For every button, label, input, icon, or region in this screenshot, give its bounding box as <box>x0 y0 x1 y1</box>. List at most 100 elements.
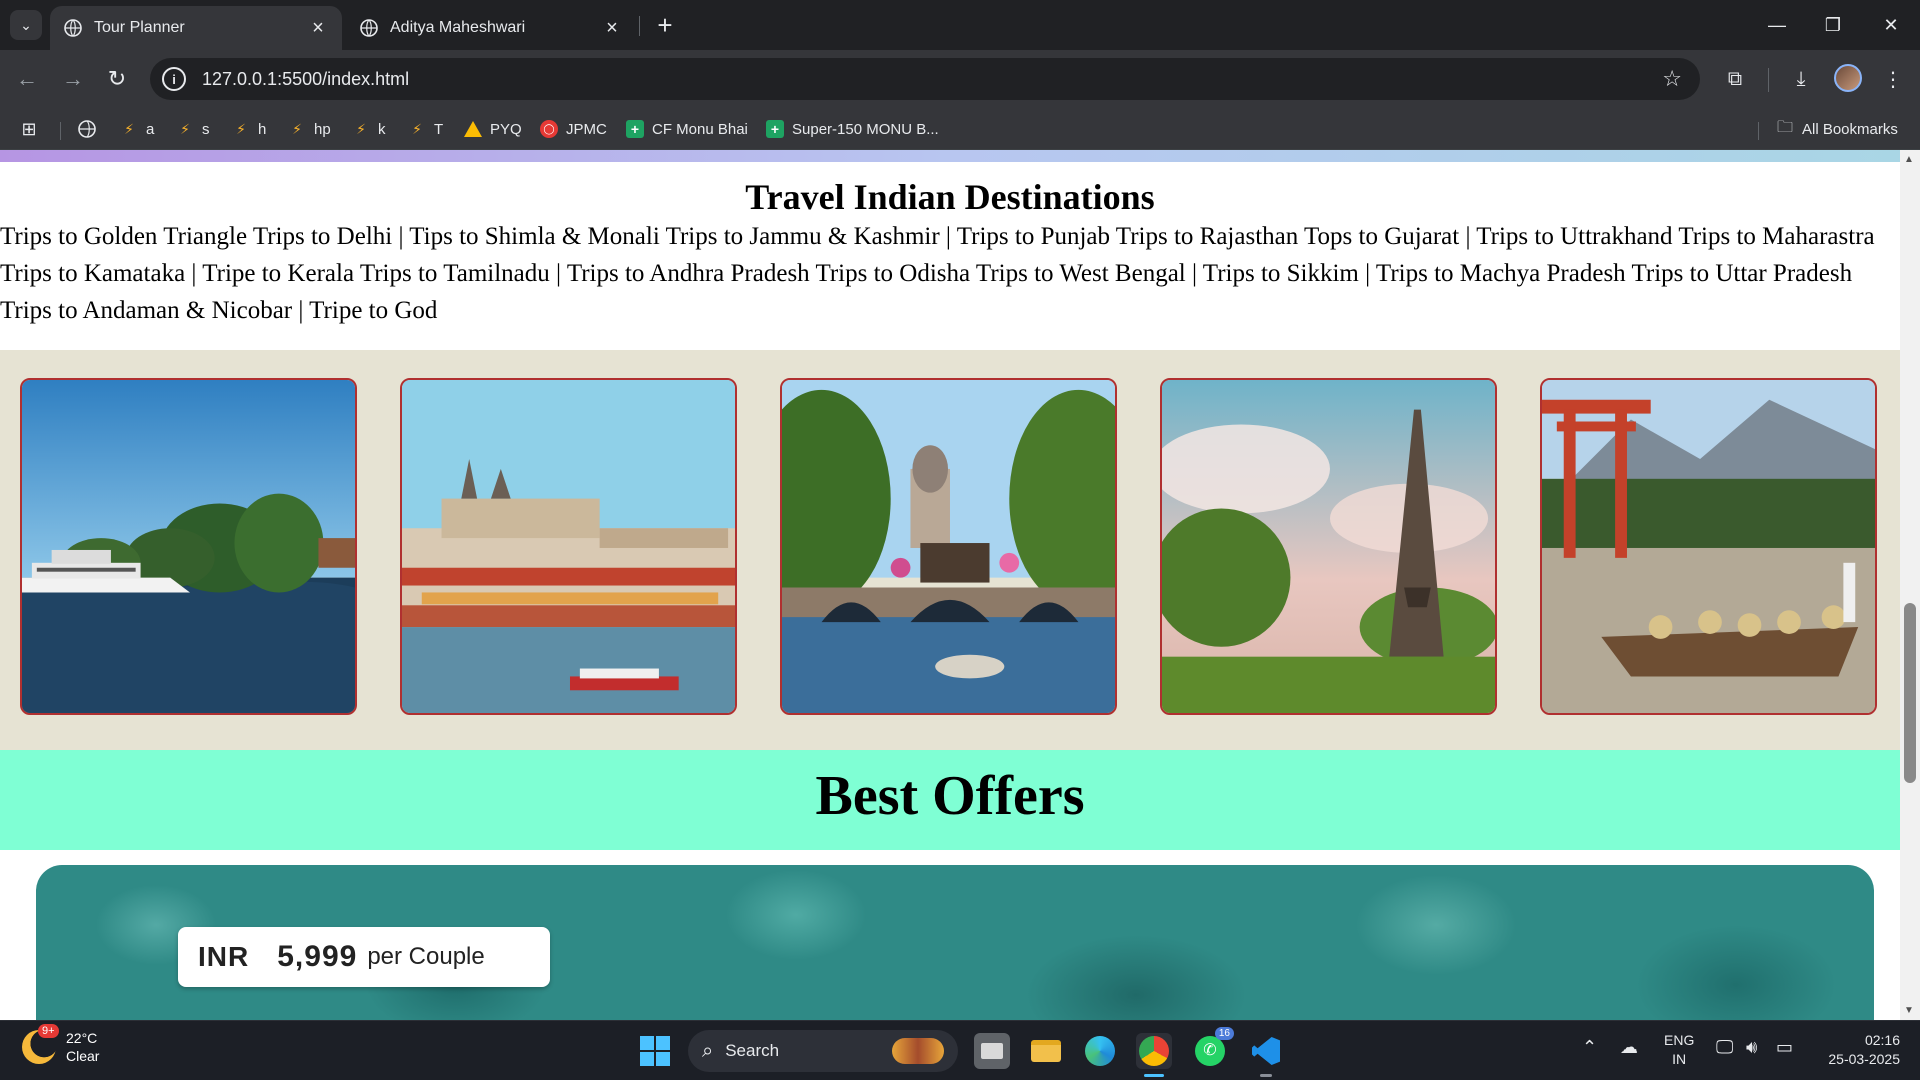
tab-search-button[interactable]: ⌄ <box>10 10 42 40</box>
best-offers-banner: Best Offers <box>0 750 1900 850</box>
price-badge: INR 5,999 per Couple <box>178 927 550 987</box>
bookmark-label: PYQ <box>490 120 522 138</box>
apps-grid-icon[interactable]: ⊞ <box>20 116 46 142</box>
destinations-title: Travel Indian Destinations <box>745 177 1155 217</box>
price-unit: per Couple <box>367 943 485 970</box>
bookmark-pyq[interactable]: PYQ <box>464 116 522 142</box>
close-tab-icon[interactable]: × <box>308 17 328 40</box>
tab-tour-planner[interactable]: Tour Planner × <box>50 6 342 50</box>
bookmark-k[interactable]: ⚡ k <box>352 116 386 142</box>
offer-card[interactable]: INR 5,999 per Couple <box>36 865 1874 1020</box>
chrome-icon[interactable] <box>1136 1033 1172 1077</box>
boat-lake-photo[interactable] <box>20 378 357 715</box>
destination-gallery <box>0 350 1900 750</box>
notification-badge: 9+ <box>38 1024 59 1038</box>
bookmarks-divider <box>60 122 61 140</box>
battery-icon[interactable]: ▭ <box>1776 1037 1793 1058</box>
vscode-icon[interactable] <box>1248 1033 1284 1077</box>
weather-widget[interactable]: 9+ 22°C Clear <box>22 1024 99 1065</box>
bookmark-hp[interactable]: ⚡ hp <box>288 116 331 142</box>
bookmark-label: T <box>434 120 444 138</box>
language-indicator[interactable]: ENG IN <box>1664 1031 1694 1069</box>
back-arrow-icon[interactable]: ← <box>12 64 42 94</box>
codeforces-icon: ⚡ <box>180 120 190 137</box>
volume-icon[interactable]: 🔊︎ <box>1746 1037 1757 1058</box>
toolbar-divider <box>1768 68 1769 92</box>
active-app-indicator <box>1144 1074 1164 1077</box>
bookmark-label: h <box>258 120 267 138</box>
globe-bookmark[interactable] <box>78 116 104 142</box>
taskbar: 9+ 22°C Clear ⌕ Search ✆ 16 ⌃ ☁ ENG IN 🖵… <box>0 1020 1920 1080</box>
price-amount: 5,999 <box>277 940 358 973</box>
globe-icon <box>360 19 378 37</box>
tab-aditya-maheshwari[interactable]: Aditya Maheshwari × <box>346 6 636 50</box>
folder-icon: 🗀 <box>1776 118 1793 136</box>
bookmark-s[interactable]: ⚡ s <box>176 116 210 142</box>
bookmark-star-icon[interactable]: ☆ <box>1662 66 1682 92</box>
taskbar-search[interactable]: ⌕ Search <box>688 1030 958 1072</box>
scrollbar-thumb[interactable] <box>1904 603 1916 783</box>
header-gradient-strip <box>0 150 1900 162</box>
destinations-links: Trips to Golden Triangle Trips to Delhi … <box>0 218 1900 329</box>
file-explorer-icon[interactable] <box>1028 1033 1064 1069</box>
scroll-down-arrow-icon[interactable]: ▼ <box>1904 1005 1914 1016</box>
download-icon[interactable]: ⤓ <box>1786 64 1816 94</box>
best-offers-title: Best Offers <box>815 765 1085 827</box>
close-window-icon[interactable]: ✕ <box>1866 8 1916 42</box>
codeforces-icon: ⚡ <box>292 120 302 137</box>
codeforces-icon: ⚡ <box>124 120 134 137</box>
bookmark-a[interactable]: ⚡ a <box>120 116 154 142</box>
scroll-up-arrow-icon[interactable]: ▲ <box>1904 154 1914 165</box>
tab-title: Aditya Maheshwari <box>390 19 526 36</box>
edge-icon[interactable] <box>1082 1033 1118 1069</box>
menu-dots-icon[interactable]: ⋮ <box>1878 64 1908 94</box>
bookmark-label: Super-150 MONU B... <box>792 120 939 138</box>
whatsapp-icon[interactable]: ✆ 16 <box>1192 1027 1234 1069</box>
restore-icon[interactable]: ❐ <box>1808 8 1858 42</box>
site-info-icon[interactable]: i <box>162 67 186 91</box>
bookmark-label: s <box>202 120 210 138</box>
minimize-icon[interactable]: — <box>1752 8 1802 42</box>
new-tab-button[interactable]: + <box>650 10 680 40</box>
close-tab-icon[interactable]: × <box>602 17 622 40</box>
task-view-icon[interactable] <box>974 1033 1010 1069</box>
search-label: Search <box>725 1041 780 1060</box>
url-text[interactable]: 127.0.0.1:5500/index.html <box>202 69 409 90</box>
bookmark-h[interactable]: ⚡ h <box>232 116 266 142</box>
prague-castle-photo[interactable] <box>400 378 737 715</box>
bookmark-label: k <box>378 120 386 138</box>
forward-arrow-icon[interactable]: → <box>58 64 88 94</box>
page-scrollbar[interactable]: ▲ ▼ <box>1900 150 1920 1020</box>
torii-gate-boat-photo[interactable] <box>1540 378 1877 715</box>
destinations-line: Trips to Andaman & Nicobar | Tripe to Go… <box>0 297 438 324</box>
extensions-icon[interactable]: ⧉ <box>1720 64 1750 94</box>
page-viewport: Travel Indian Destinations Trips to Gold… <box>0 150 1900 1020</box>
google-drive-icon <box>464 121 482 137</box>
weather-temp: 22°C <box>66 1030 98 1046</box>
globe-icon <box>64 19 82 37</box>
bookmark-cf-monu-bhai[interactable]: + CF Monu Bhai <box>626 116 748 142</box>
clock[interactable]: 02:16 25-03-2025 <box>1816 1031 1900 1069</box>
reload-icon[interactable]: ↻ <box>102 64 132 94</box>
bookmark-t[interactable]: ⚡ T <box>408 116 443 142</box>
bookmark-super-150[interactable]: + Super-150 MONU B... <box>766 116 939 142</box>
network-icon[interactable]: 🖵 <box>1716 1037 1733 1058</box>
clock-time: 02:16 <box>1864 1032 1900 1048</box>
whatsapp-badge: 16 <box>1214 1027 1234 1040</box>
onedrive-icon[interactable]: ☁ <box>1620 1037 1638 1058</box>
chevron-up-icon[interactable]: ⌃ <box>1582 1037 1597 1058</box>
bookmark-label: hp <box>314 120 331 138</box>
eiffel-tower-photo[interactable] <box>1160 378 1497 715</box>
all-bookmarks-button[interactable]: 🗀 All Bookmarks <box>1776 116 1898 142</box>
amsterdam-canal-photo[interactable] <box>780 378 1117 715</box>
windows-start-icon[interactable] <box>640 1036 670 1066</box>
codeforces-icon: ⚡ <box>356 120 366 137</box>
bookmarks-divider <box>1758 122 1759 140</box>
clock-date: 25-03-2025 <box>1828 1051 1900 1067</box>
bookmark-label: JPMC <box>566 120 607 138</box>
running-app-indicator <box>1260 1074 1272 1077</box>
bookmark-jpmc[interactable]: ◯ JPMC <box>540 116 607 142</box>
profile-avatar[interactable] <box>1834 64 1862 92</box>
price-currency: INR <box>198 941 250 972</box>
address-bar[interactable]: i 127.0.0.1:5500/index.html ☆ <box>150 58 1700 100</box>
